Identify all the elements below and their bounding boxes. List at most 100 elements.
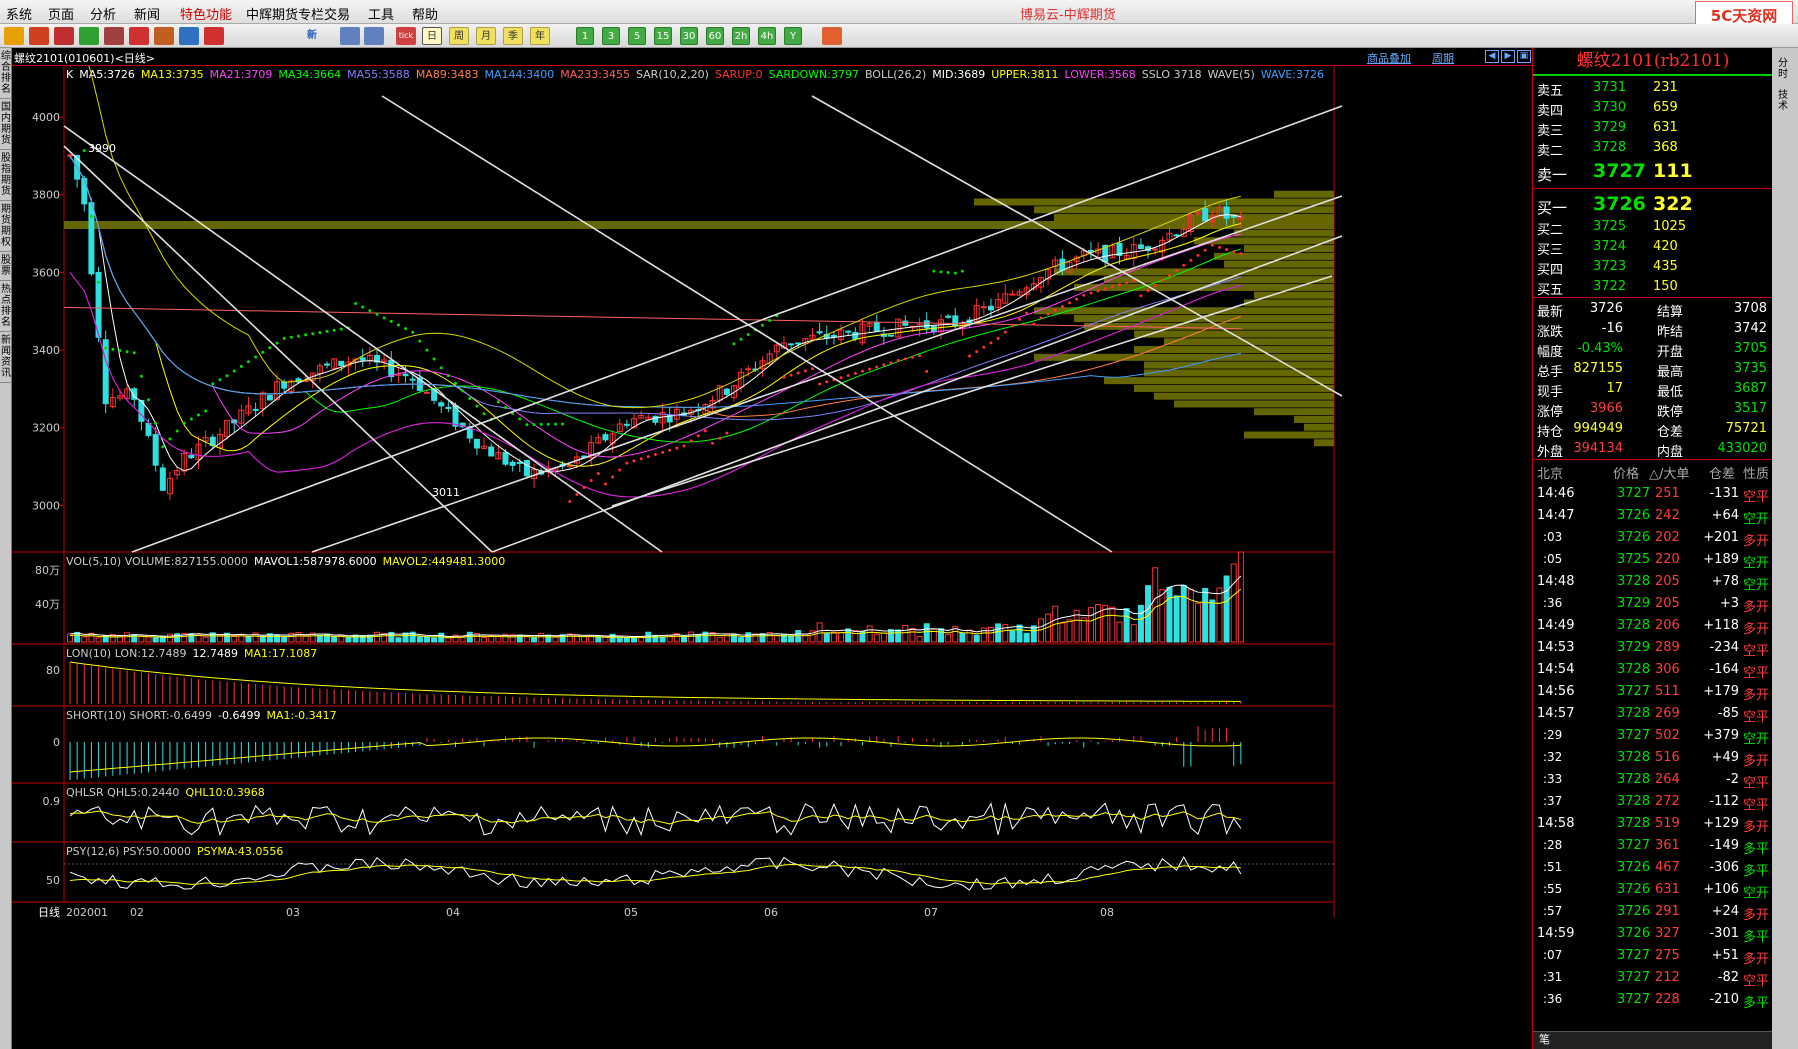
left-tab-5[interactable]: 热点排名 — [0, 281, 12, 332]
qhl-tick: 0.9 — [43, 795, 61, 808]
period-button-2[interactable]: 月 — [476, 27, 496, 45]
left-tab-1[interactable]: 国内期货 — [0, 99, 12, 150]
volume-profile-bar — [1144, 361, 1334, 369]
volume-profile-bar — [1304, 423, 1334, 431]
menu-item-0[interactable]: 系统 — [6, 4, 32, 23]
back-icon[interactable] — [4, 27, 24, 45]
bid-volume: 322 — [1653, 193, 1693, 215]
right-tab-0[interactable]: 分时 — [1778, 58, 1792, 80]
minute-button-8[interactable]: Y — [784, 27, 802, 45]
minute-button-3[interactable]: 15 — [654, 27, 672, 45]
minute-button-2[interactable]: 5 — [628, 27, 646, 45]
menu-item-4[interactable]: 特色功能 — [180, 4, 232, 23]
tool-icon[interactable] — [179, 27, 199, 45]
filter-icon[interactable] — [204, 27, 224, 45]
volume-bar — [366, 634, 373, 643]
sar-dot — [711, 441, 715, 445]
volume-bar — [359, 635, 366, 643]
tick-oi: -234 — [1709, 640, 1739, 655]
left-tab-6[interactable]: 新闻资讯 — [0, 332, 12, 383]
sar-dot — [1153, 284, 1157, 288]
sar-dot — [225, 374, 229, 378]
left-tab-0[interactable]: 综合排名 — [0, 48, 12, 99]
short-legend-1: -0.6499 — [218, 709, 260, 722]
ask-price: 3730 — [1593, 100, 1627, 115]
page-icon[interactable] — [54, 27, 74, 45]
kline-chart[interactable]: K MA5:3726 MA13:3735 MA21:3709 MA34:3664 MA55… — [12, 66, 1532, 1049]
tick-volume: 202 — [1655, 530, 1680, 545]
stat-value: 3517 — [1733, 401, 1767, 416]
right-tab-1[interactable]: 技术 — [1778, 90, 1792, 112]
tick-nature: 多开 — [1743, 908, 1770, 923]
tick-oi: -2 — [1726, 772, 1739, 787]
left-tab-4[interactable]: 股票 — [0, 252, 12, 281]
volume-bar — [373, 631, 380, 643]
menu-item-3[interactable]: 新闻 — [134, 4, 160, 23]
volume-bar — [1137, 604, 1144, 643]
candle-body — [923, 320, 930, 329]
minute-button-0[interactable]: 1 — [576, 27, 594, 45]
menu-item-8[interactable]: 帮助 — [412, 4, 438, 23]
nav-expand-icon[interactable]: ▣ — [1517, 50, 1531, 63]
tick-button[interactable]: tick — [396, 27, 416, 45]
volume-bar — [545, 634, 552, 643]
candle-body — [816, 331, 823, 334]
candle-body — [152, 434, 159, 466]
chart-area[interactable]: 螺纹2101(010601)<日线> 商品叠加 周期 ◀ ▶ ▣ K MA5:37… — [12, 48, 1532, 1049]
draw-icon[interactable] — [154, 27, 174, 45]
tick-oi: +379 — [1703, 728, 1739, 743]
menu-bar: 系统页面分析新闻特色功能中辉期货专栏交易工具帮助 博易云-中辉期货 _□× 5C… — [0, 0, 1798, 31]
table-icon[interactable] — [364, 27, 384, 45]
sar-dot — [1146, 289, 1150, 293]
new-button[interactable]: 新 — [302, 27, 322, 45]
overlay-commodity-link[interactable]: 商品叠加 — [1367, 50, 1411, 66]
indicator-7: MA144:3400 — [485, 68, 555, 81]
app-title: 博易云-中辉期货 — [1020, 8, 1116, 23]
period-button-4[interactable]: 年 — [530, 27, 550, 45]
nav-right-icon[interactable]: ▶ — [1501, 50, 1515, 63]
indicator-9: SAR(10,2,20) — [636, 68, 709, 81]
volume-bar — [95, 637, 102, 643]
volume-bar — [873, 633, 880, 643]
volume-bar — [281, 636, 288, 643]
minute-button-5[interactable]: 60 — [706, 27, 724, 45]
sar-dot — [625, 461, 629, 465]
menu-item-5[interactable]: 中辉期货专栏 — [246, 4, 324, 23]
candle-body — [509, 461, 516, 466]
menu-item-6[interactable]: 交易 — [324, 4, 350, 23]
minute-button-1[interactable]: 3 — [602, 27, 620, 45]
sar-dot — [354, 301, 358, 305]
calendar-icon[interactable] — [822, 27, 842, 45]
bid-label: 买三 — [1537, 243, 1564, 258]
left-tab-3[interactable]: 期货期权 — [0, 201, 12, 252]
home-icon[interactable] — [29, 27, 49, 45]
period-button-3[interactable]: 季 — [503, 27, 523, 45]
minute-button-7[interactable]: 4h — [758, 27, 776, 45]
volume-bar — [902, 625, 909, 643]
sar-dot — [418, 339, 422, 343]
left-tab-2[interactable]: 股指期货 — [0, 150, 12, 201]
menu-item-1[interactable]: 页面 — [48, 4, 74, 23]
list-icon[interactable] — [104, 27, 124, 45]
window-icon[interactable] — [79, 27, 99, 45]
minute-button-6[interactable]: 2h — [732, 27, 750, 45]
menu-item-7[interactable]: 工具 — [368, 4, 394, 23]
sar-dot — [661, 450, 665, 454]
menu-item-2[interactable]: 分析 — [90, 4, 116, 23]
tick-price: 3728 — [1617, 794, 1651, 809]
indicator-16: SSLO 3718 — [1142, 68, 1202, 81]
tick-footer-tab[interactable]: 笔 — [1539, 1033, 1550, 1046]
period-link[interactable]: 周期 — [1432, 50, 1454, 66]
nav-left-icon[interactable]: ◀ — [1485, 50, 1499, 63]
tick-price: 3728 — [1617, 772, 1651, 787]
volume-bar — [909, 627, 916, 643]
period-button-1[interactable]: 周 — [449, 27, 469, 45]
sar-dot — [147, 398, 151, 402]
tick-nature: 空平 — [1743, 710, 1770, 725]
volume-profile-bar — [1244, 431, 1334, 439]
minute-button-4[interactable]: 30 — [680, 27, 698, 45]
tick-volume: 205 — [1655, 596, 1680, 611]
pen-icon[interactable] — [129, 27, 149, 45]
grid-icon[interactable] — [340, 27, 360, 45]
period-button-0[interactable]: 日 — [422, 27, 442, 45]
